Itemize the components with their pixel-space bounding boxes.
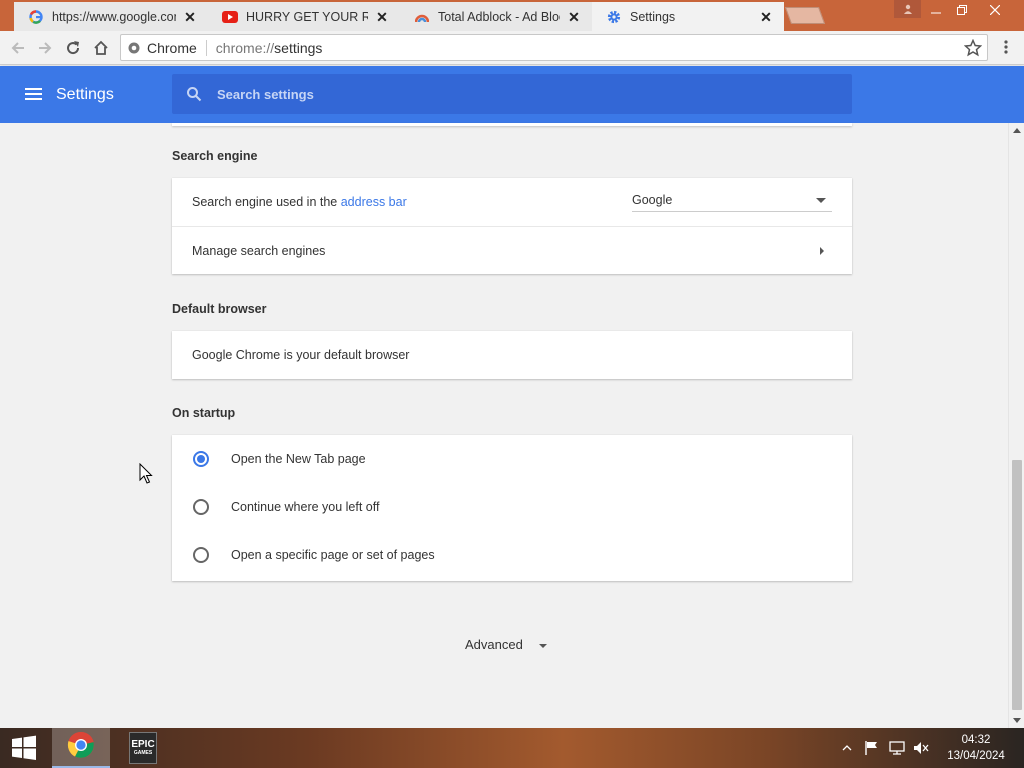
on-startup-card: Open the New Tab page Continue where you… (172, 435, 852, 581)
default-browser-row: Google Chrome is your default browser (172, 331, 852, 379)
scroll-down-arrow-icon[interactable] (1013, 718, 1021, 723)
show-hidden-icons-icon[interactable] (842, 740, 852, 756)
tab-google[interactable]: https://www.google.com ✕ (14, 2, 208, 31)
reload-icon[interactable] (62, 37, 84, 59)
new-tab-button[interactable] (784, 7, 826, 24)
volume-muted-icon[interactable] (913, 740, 929, 756)
section-title-on-startup: On startup (172, 406, 236, 420)
radio-button[interactable] (193, 499, 209, 515)
tab-title: HURRY GET YOUR ROBUX (246, 9, 368, 24)
tab-strip: https://www.google.com ✕ HURRY GET YOUR … (0, 0, 1024, 31)
taskbar-chrome[interactable] (52, 728, 110, 768)
settings-content: Search engine Search engine used in the … (0, 123, 1008, 728)
adblock-icon (414, 9, 430, 25)
address-bar-link[interactable]: address bar (341, 195, 407, 209)
search-engine-label: Search engine used in the address bar (192, 195, 407, 209)
close-icon[interactable]: ✕ (182, 9, 198, 25)
google-g-icon (28, 9, 44, 25)
startup-option-continue[interactable]: Continue where you left off (172, 483, 852, 531)
card-edge (172, 123, 852, 126)
radio-label: Open the New Tab page (231, 452, 366, 466)
scroll-up-arrow-icon[interactable] (1013, 128, 1021, 133)
hamburger-menu-icon[interactable] (25, 86, 43, 102)
profile-icon[interactable] (894, 0, 921, 18)
more-menu-icon[interactable] (1000, 39, 1012, 57)
epic-games-icon: EPIC GAMES (129, 732, 157, 764)
radio-button[interactable] (193, 547, 209, 563)
close-icon[interactable]: ✕ (758, 9, 774, 25)
startup-option-specific-pages[interactable]: Open a specific page or set of pages (172, 531, 852, 579)
clock-date: 13/04/2024 (947, 750, 1005, 762)
close-icon[interactable]: ✕ (566, 9, 582, 25)
close-icon[interactable]: ✕ (374, 9, 390, 25)
chevron-right-icon (820, 247, 824, 255)
chrome-icon (67, 731, 95, 764)
restore-icon[interactable] (947, 0, 977, 20)
search-engine-card: Search engine used in the address bar Go… (172, 178, 852, 274)
forward-arrow-icon[interactable] (34, 37, 56, 59)
search-engine-row: Search engine used in the address bar Go… (172, 178, 852, 226)
radio-label: Open a specific page or set of pages (231, 548, 435, 562)
tab-title: Total Adblock - Ad Blocker (438, 9, 560, 24)
default-browser-status: Google Chrome is your default browser (192, 348, 410, 362)
radio-label: Continue where you left off (231, 500, 380, 514)
page-title: Settings (56, 86, 114, 103)
section-title-default-browser: Default browser (172, 302, 267, 316)
home-icon[interactable] (90, 37, 112, 59)
tab-settings[interactable]: Settings ✕ (592, 2, 784, 31)
tab-youtube[interactable]: HURRY GET YOUR ROBUX ✕ (208, 2, 400, 31)
mouse-cursor-icon (139, 462, 153, 485)
chevron-down-icon (816, 198, 826, 203)
settings-header: Settings (0, 66, 1024, 123)
selected-engine: Google (632, 193, 673, 207)
clock-time: 04:32 (961, 734, 991, 746)
action-center-flag-icon[interactable] (864, 740, 880, 756)
youtube-icon (222, 9, 238, 25)
windows-start-icon[interactable] (0, 728, 48, 768)
scheme-label: Chrome (147, 39, 197, 56)
vertical-scrollbar[interactable] (1008, 123, 1024, 728)
section-title-search-engine: Search engine (172, 149, 258, 163)
advanced-toggle[interactable]: Advanced (465, 637, 547, 652)
tab-title: https://www.google.com (52, 9, 176, 24)
close-window-icon[interactable] (980, 0, 1010, 20)
manage-search-engines-row[interactable]: Manage search engines (172, 226, 852, 274)
taskbar: EPIC GAMES 04:32 13/04/2024 (0, 728, 1024, 768)
back-arrow-icon[interactable] (7, 37, 29, 59)
browser-toolbar: Chrome chrome://settings (0, 31, 1024, 65)
startup-option-new-tab[interactable]: Open the New Tab page (172, 435, 852, 483)
default-browser-card: Google Chrome is your default browser (172, 331, 852, 379)
search-settings-box[interactable] (172, 74, 852, 114)
manage-search-engines-label: Manage search engines (192, 243, 326, 258)
search-input[interactable] (217, 86, 817, 102)
search-icon (186, 86, 202, 102)
tab-adblock[interactable]: Total Adblock - Ad Blocker ✕ (400, 2, 592, 31)
omnibox-divider (205, 39, 207, 56)
scrollbar-thumb[interactable] (1012, 460, 1022, 710)
gear-icon (606, 9, 622, 25)
radio-button[interactable] (193, 451, 209, 467)
advanced-label: Advanced (465, 637, 523, 652)
address-bar[interactable]: Chrome chrome://settings (120, 34, 988, 61)
network-icon[interactable] (889, 740, 905, 756)
chevron-down-icon (538, 643, 547, 648)
system-clock[interactable]: 04:32 13/04/2024 (944, 732, 1008, 764)
url-text: chrome://settings (215, 39, 323, 56)
taskbar-epic-games[interactable]: EPIC GAMES (114, 728, 172, 768)
search-engine-select[interactable]: Google (632, 190, 832, 212)
tab-title: Settings (630, 9, 676, 24)
bookmark-star-icon[interactable] (963, 38, 983, 57)
chrome-page-icon (128, 42, 140, 54)
